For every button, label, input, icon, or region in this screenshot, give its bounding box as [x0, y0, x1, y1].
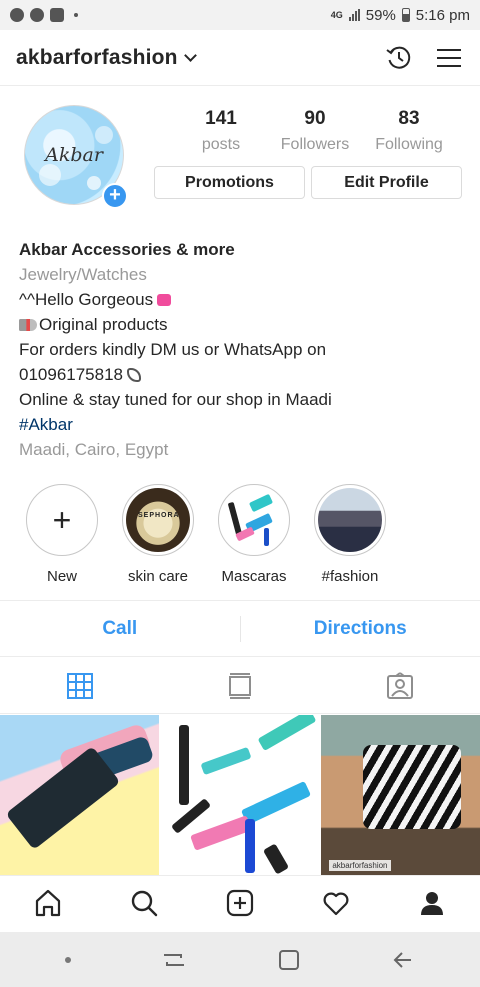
- highlight-new[interactable]: + New: [14, 484, 110, 585]
- stat-following[interactable]: 83 Following: [364, 108, 454, 154]
- back-icon[interactable]: [391, 948, 415, 972]
- heart-icon: [157, 294, 172, 306]
- tab-tagged[interactable]: [320, 658, 480, 713]
- plus-icon: +: [52, 502, 72, 538]
- nav-profile[interactable]: [384, 876, 480, 929]
- highlight-cover-image: [318, 488, 382, 552]
- recent-apps-icon[interactable]: [161, 949, 187, 971]
- profile-stats: 141 posts 90 Followers 83 Following: [170, 108, 460, 154]
- stat-value: 90: [304, 108, 326, 129]
- edit-profile-button[interactable]: Edit Profile: [311, 166, 462, 199]
- grid-icon: [67, 672, 93, 699]
- watermark: akbarforfashion: [329, 860, 391, 871]
- profile-category: Jewelry/Watches: [19, 265, 147, 284]
- phone-icon: [127, 368, 142, 382]
- add-post-icon: [226, 889, 254, 916]
- archive-icon[interactable]: [384, 43, 414, 73]
- bio-line: ^^Hello Gorgeous: [19, 287, 469, 312]
- bio-text: ^^Hello Gorgeous: [19, 290, 154, 309]
- highlight-ring[interactable]: SEPHORA: [122, 484, 194, 556]
- status-bar: 4G 59% 5:16 pm: [0, 0, 480, 30]
- location-text[interactable]: Maadi, Cairo, Egypt: [19, 437, 469, 462]
- highlight-cover-image: [222, 488, 286, 552]
- profile-avatar[interactable]: Akbar +: [24, 105, 128, 209]
- battery-percent: 59%: [365, 6, 396, 24]
- post-thumbnail[interactable]: [160, 715, 320, 875]
- nav-activity[interactable]: [288, 876, 384, 929]
- system-navigation-bar: [0, 932, 480, 987]
- highlight-mascaras[interactable]: Mascaras: [206, 484, 302, 585]
- home-icon: [35, 889, 61, 916]
- profile-header: akbarforfashion: [0, 30, 480, 86]
- nav-new-post[interactable]: [192, 876, 288, 929]
- bio-text: For orders kindly DM us or WhatsApp on: [19, 340, 327, 359]
- post-thumbnail[interactable]: [0, 715, 159, 875]
- signal-icon: [348, 9, 360, 21]
- home-button-icon[interactable]: [277, 948, 301, 972]
- network-type: 4G: [330, 10, 343, 20]
- highlight-ring[interactable]: +: [26, 484, 98, 556]
- post-grid: akbarforfashion: [0, 715, 480, 875]
- avatar-logo-text: Akbar: [45, 144, 103, 166]
- bio-line: Original products: [19, 312, 469, 337]
- highlight-ring[interactable]: [218, 484, 290, 556]
- stat-value: 83: [398, 108, 420, 129]
- search-icon: [131, 890, 158, 916]
- heart-icon: [323, 892, 349, 915]
- menu-icon[interactable]: [434, 43, 464, 73]
- highlight-label: skin care: [127, 568, 189, 585]
- username[interactable]: akbarforfashion: [16, 46, 178, 70]
- profile-buttons: Promotions Edit Profile: [154, 166, 462, 199]
- gallery-icon: [50, 8, 64, 22]
- highlight-label: Mascaras: [221, 568, 287, 585]
- megaphone-icon: [19, 319, 37, 331]
- call-button[interactable]: Call: [0, 618, 240, 640]
- highlight-skin-care[interactable]: SEPHORA skin care: [110, 484, 206, 585]
- highlight-cover-image: SEPHORA: [126, 488, 190, 552]
- stat-posts[interactable]: 141 posts: [176, 108, 266, 154]
- stat-label: posts: [201, 136, 241, 153]
- bottom-navigation: [0, 875, 480, 929]
- whatsapp-icon: [30, 8, 44, 22]
- tab-grid[interactable]: [0, 658, 160, 713]
- stat-label: Following: [375, 136, 443, 153]
- notification-icons: [10, 8, 78, 22]
- story-highlights: + New SEPHORA skin care Mascaras #fashio…: [0, 484, 480, 585]
- stat-followers[interactable]: 90 Followers: [270, 108, 360, 154]
- nav-home[interactable]: [0, 876, 96, 929]
- stat-label: Followers: [280, 136, 350, 153]
- highlight-cover-overlay: SEPHORA: [138, 512, 180, 519]
- tagged-icon: [387, 671, 413, 699]
- highlight-label: #fashion: [321, 568, 379, 585]
- profile-name: Akbar Accessories & more: [19, 240, 235, 259]
- profile-icon: [421, 891, 443, 915]
- feed-icon: [229, 672, 251, 699]
- chevron-down-icon[interactable]: [183, 48, 197, 62]
- battery-icon: [401, 8, 410, 22]
- bio-text: Online & stay tuned for our shop in Maad…: [19, 390, 332, 409]
- profile-tabs: [0, 658, 480, 714]
- stat-value: 141: [205, 108, 237, 129]
- status-time: 5:16 pm: [415, 6, 470, 24]
- promotions-button[interactable]: Promotions: [154, 166, 305, 199]
- highlight-ring[interactable]: [314, 484, 386, 556]
- nav-search[interactable]: [96, 876, 192, 929]
- highlight-fashion[interactable]: #fashion: [302, 484, 398, 585]
- messenger-icon: [10, 8, 24, 22]
- hashtag-link[interactable]: #Akbar: [19, 412, 469, 437]
- tab-feed[interactable]: [160, 658, 320, 713]
- more-notifications-icon: [74, 13, 78, 17]
- highlight-label: New: [46, 568, 77, 585]
- profile-bio: Akbar Accessories & more Jewelry/Watches…: [19, 237, 469, 462]
- post-thumbnail[interactable]: akbarforfashion: [321, 715, 480, 875]
- contact-actions: Call Directions: [0, 600, 480, 657]
- phone-number[interactable]: 01096175818: [19, 365, 123, 384]
- add-story-icon[interactable]: +: [102, 183, 128, 209]
- bio-line: 01096175818: [19, 362, 469, 387]
- directions-button[interactable]: Directions: [241, 618, 480, 640]
- bio-text: Original products: [39, 315, 168, 334]
- dot-icon[interactable]: [65, 956, 71, 963]
